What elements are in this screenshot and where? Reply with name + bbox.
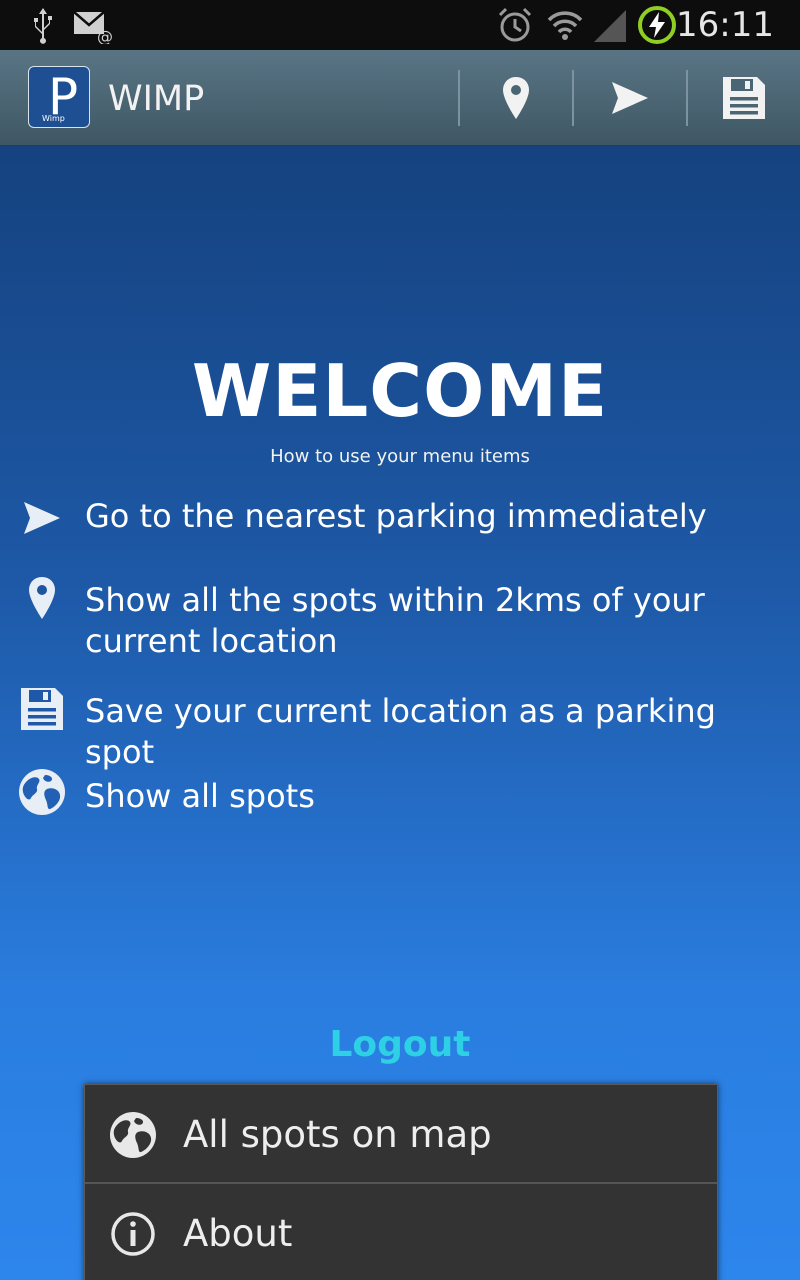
- navigate-nearest-button[interactable]: [574, 50, 686, 145]
- svg-text:@: @: [97, 27, 113, 44]
- save-spot-button[interactable]: [688, 50, 800, 145]
- welcome-subtitle: How to use your menu items: [270, 446, 530, 467]
- overflow-menu: All spots on map About: [84, 1084, 718, 1280]
- help-item-text: Go to the nearest parking immediately: [85, 497, 707, 535]
- globe-icon: [107, 1109, 159, 1161]
- help-item-text: Show all the spots within 2kms of your c…: [85, 581, 705, 660]
- logout-link[interactable]: Logout: [0, 1022, 800, 1068]
- action-bar: P Wimp WIMP: [0, 50, 800, 146]
- help-item-text: Show all spots: [85, 777, 315, 815]
- signal-icon: [594, 10, 626, 42]
- menu-item-label: All spots on map: [183, 1113, 492, 1156]
- status-time: 16:11: [676, 5, 774, 45]
- location-pin-icon: [503, 76, 529, 119]
- save-icon: [14, 681, 70, 737]
- welcome-title: WELCOME: [191, 349, 609, 433]
- usb-icon: [34, 8, 52, 44]
- email-icon: @: [73, 11, 113, 44]
- menu-item-label: About: [183, 1212, 293, 1255]
- menu-item-all-spots-on-map[interactable]: All spots on map: [85, 1085, 717, 1182]
- help-item-text: Save your current location as a parking …: [85, 692, 716, 771]
- location-pin-icon: [14, 570, 70, 626]
- app-logo[interactable]: P Wimp: [28, 66, 90, 128]
- send-icon: [612, 81, 648, 114]
- info-icon: [107, 1208, 159, 1260]
- nearby-spots-button[interactable]: [460, 50, 572, 145]
- save-icon: [723, 76, 765, 119]
- wifi-icon: [547, 11, 583, 40]
- battery-charging-icon: [638, 6, 676, 44]
- logo-small-text: Wimp: [42, 114, 65, 123]
- send-icon: [14, 490, 70, 546]
- globe-icon: [14, 764, 70, 820]
- app-title: WIMP: [108, 79, 205, 119]
- menu-item-about[interactable]: About: [85, 1184, 717, 1280]
- status-bar: @ 16:11: [0, 0, 800, 50]
- alarm-icon: [498, 7, 532, 42]
